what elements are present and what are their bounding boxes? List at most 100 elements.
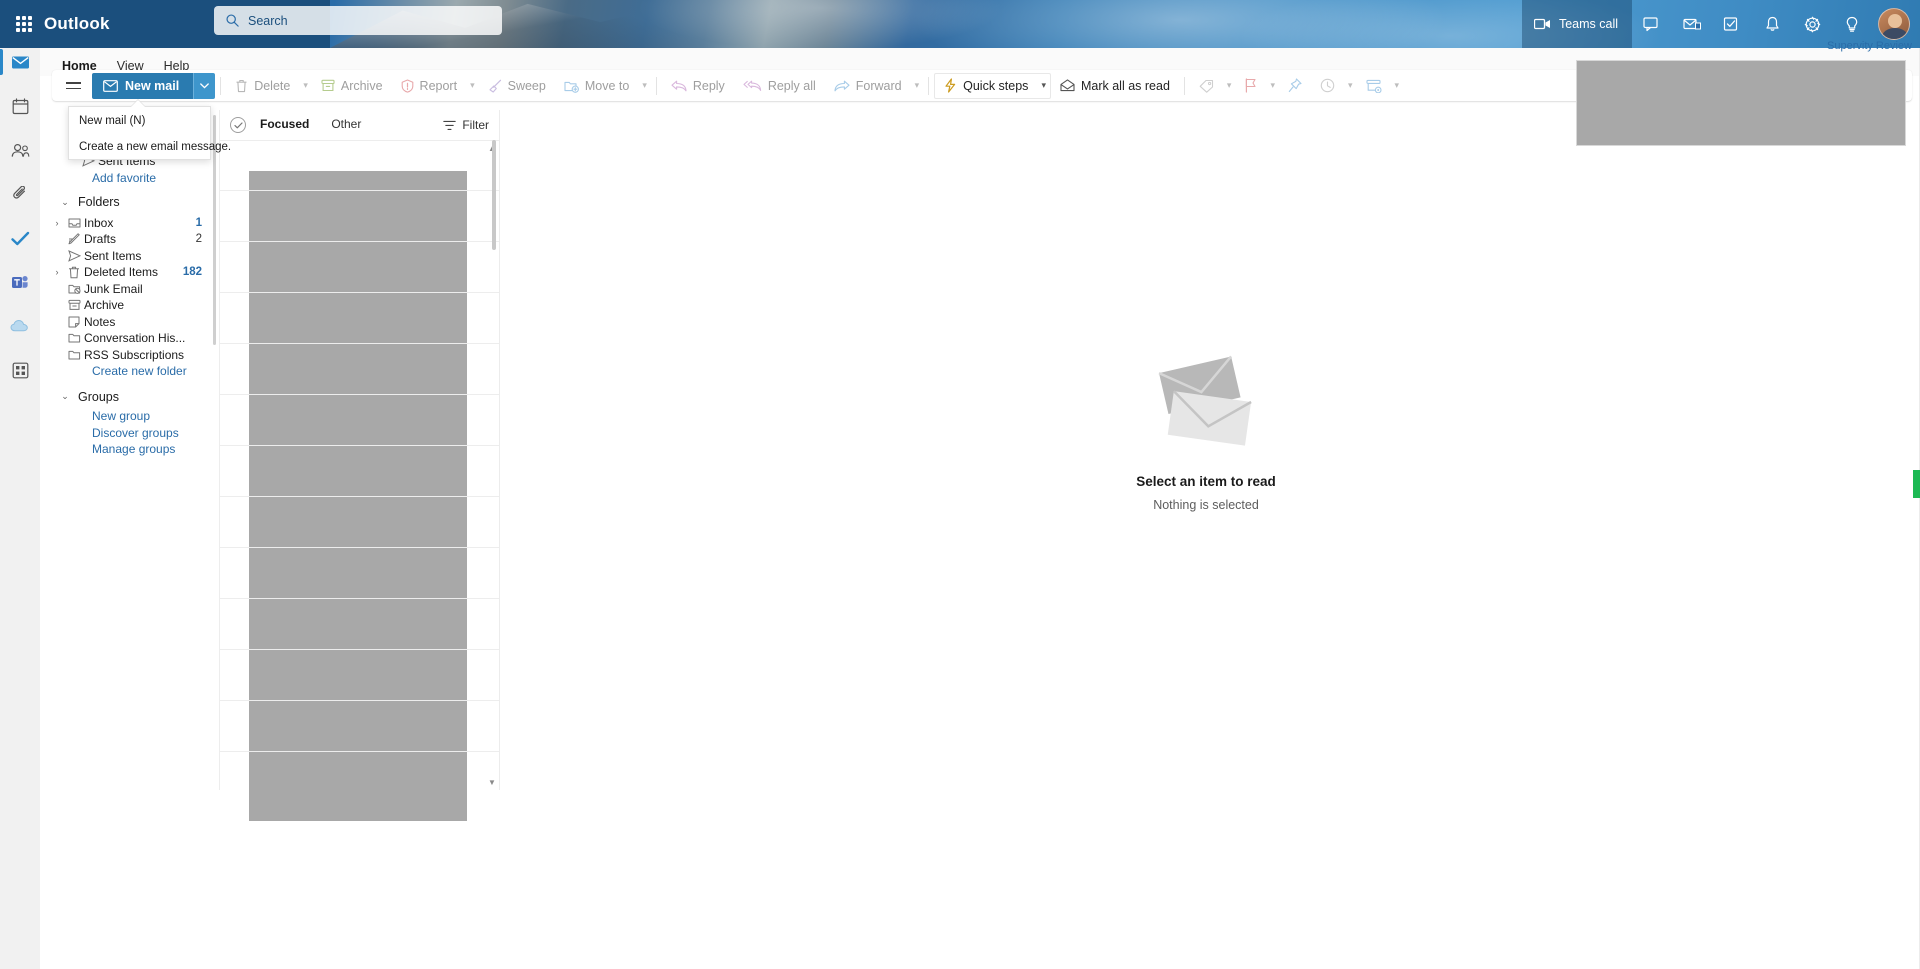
rail-item-apps[interactable] — [0, 348, 40, 392]
pin-button[interactable] — [1279, 73, 1311, 99]
archive-icon — [64, 299, 84, 311]
top-header-bar: Outlook Search Teams call — [0, 0, 1920, 48]
archive-button[interactable]: Archive — [312, 73, 392, 99]
mark-read-envelope-icon — [1060, 79, 1075, 92]
folder-notes[interactable]: Notes — [44, 314, 216, 331]
flag-icon — [1246, 78, 1256, 93]
flag-button[interactable] — [1235, 73, 1266, 99]
quick-steps-dropdown-caret[interactable]: ▾ — [1037, 80, 1050, 91]
groups-header-label: Groups — [78, 389, 119, 404]
mark-all-as-read-button[interactable]: Mark all as read — [1051, 73, 1179, 99]
todo-button[interactable] — [1712, 0, 1752, 48]
forward-button[interactable]: Forward — [825, 73, 911, 99]
search-input[interactable]: Search — [214, 6, 502, 35]
notifications-button[interactable] — [1752, 0, 1792, 48]
rules-icon — [1365, 79, 1382, 93]
reply-all-button[interactable]: Reply all — [734, 73, 825, 99]
folder-drafts[interactable]: Drafts 2 — [44, 231, 216, 248]
row-separator — [220, 751, 500, 752]
new-mail-button[interactable]: New mail — [92, 72, 194, 99]
folders-section-header[interactable]: ⌄ Folders — [44, 194, 216, 211]
rail-item-todo[interactable] — [0, 216, 40, 260]
manage-groups-link[interactable]: Manage groups — [44, 441, 216, 458]
rules-dropdown-caret[interactable]: ▾ — [1391, 80, 1404, 91]
checkmark-icon — [10, 231, 29, 245]
message-list-pane: Focused Other Filter ▲ ▼ — [219, 110, 500, 821]
tag-dropdown-caret[interactable]: ▾ — [1223, 80, 1236, 91]
message-list-scrollbar-thumb[interactable] — [492, 140, 496, 250]
teams-call-button[interactable]: Teams call — [1521, 0, 1632, 48]
chevron-right-icon[interactable]: › — [50, 267, 64, 277]
folder-conversation-history[interactable]: Conversation His... — [44, 330, 216, 347]
meet-now-icon — [1533, 18, 1550, 30]
toolbar-divider-2 — [655, 76, 657, 95]
chevron-right-icon[interactable]: › — [50, 218, 64, 228]
folder-inbox[interactable]: › Inbox 1 — [44, 215, 216, 232]
folder-sent-items[interactable]: Sent Items — [44, 248, 216, 265]
report-button[interactable]: Report — [392, 73, 467, 99]
avatar[interactable] — [1878, 8, 1910, 40]
create-new-folder-link[interactable]: Create new folder — [44, 363, 216, 380]
folders-header-label: Folders — [78, 195, 120, 210]
rail-item-files[interactable] — [0, 172, 40, 216]
folder-deleted-items-label: Deleted Items — [84, 265, 159, 280]
pivot-focused[interactable]: Focused — [260, 117, 309, 133]
new-mail-label: New mail — [125, 78, 180, 93]
search-container[interactable]: Search — [214, 6, 502, 35]
move-to-icon — [564, 81, 579, 93]
tooltip-description: Create a new email message. — [79, 141, 232, 153]
discover-groups-link[interactable]: Discover groups — [44, 425, 216, 442]
folder-navigation-pane: Sent Items Add favorite ⌄ Folders › Inbo… — [44, 110, 216, 790]
move-to-button[interactable]: Move to — [555, 73, 638, 99]
drafts-icon — [64, 233, 84, 245]
rail-item-calendar[interactable] — [0, 84, 40, 128]
filter-button[interactable]: Filter — [443, 118, 489, 132]
groups-section-header[interactable]: ⌄ Groups — [44, 389, 216, 406]
teams-chat-button[interactable] — [1632, 0, 1672, 48]
new-mail-envelope-icon — [103, 79, 118, 92]
folder-deleted-items-count: 182 — [182, 266, 202, 279]
reply-button[interactable]: Reply — [662, 73, 734, 99]
folder-archive[interactable]: Archive — [44, 297, 216, 314]
delete-button[interactable]: Delete — [226, 73, 299, 99]
move-to-dropdown-caret[interactable]: ▾ — [638, 80, 651, 91]
snooze-button[interactable] — [1311, 73, 1344, 99]
forward-dropdown-caret[interactable]: ▾ — [911, 80, 924, 91]
settings-button[interactable] — [1792, 0, 1832, 48]
rail-item-teams[interactable] — [0, 260, 40, 304]
pivot-other[interactable]: Other — [331, 117, 361, 133]
sweep-button[interactable]: Sweep — [479, 73, 555, 99]
gear-icon — [1804, 16, 1820, 32]
new-mail-dropdown-button[interactable] — [193, 72, 216, 99]
calendar-icon — [12, 97, 28, 114]
redacted-overlay-popup — [1576, 60, 1906, 146]
folder-archive-label: Archive — [84, 298, 125, 313]
select-all-checkmark-icon[interactable] — [230, 117, 246, 133]
rail-item-onedrive[interactable] — [0, 304, 40, 348]
trash-icon — [64, 266, 84, 279]
notes-icon — [64, 316, 84, 328]
add-favorite-link[interactable]: Add favorite — [44, 170, 216, 187]
folder-rss-subscriptions[interactable]: RSS Subscriptions — [44, 347, 216, 364]
folder-junk-email-label: Junk Email — [84, 281, 143, 296]
app-launcher-button[interactable] — [8, 8, 40, 40]
quick-steps-label: Quick steps — [963, 78, 1029, 93]
row-separator — [220, 190, 500, 191]
folder-deleted-items[interactable]: › Deleted Items 182 — [44, 264, 216, 281]
mail-badge-button[interactable] — [1672, 0, 1712, 48]
delete-dropdown-caret[interactable]: ▾ — [299, 80, 312, 91]
report-dropdown-caret[interactable]: ▾ — [466, 80, 479, 91]
quick-steps-button[interactable]: Quick steps — [935, 73, 1037, 99]
rail-item-people[interactable] — [0, 128, 40, 172]
flag-dropdown-caret[interactable]: ▾ — [1266, 80, 1279, 91]
new-group-link[interactable]: New group — [44, 408, 216, 425]
report-label: Report — [419, 78, 458, 93]
message-list-body — [220, 140, 500, 821]
toggle-navigation-pane-button[interactable] — [58, 71, 88, 101]
snooze-dropdown-caret[interactable]: ▾ — [1344, 80, 1357, 91]
scroll-down-arrow[interactable]: ▼ — [487, 776, 497, 788]
tag-button[interactable] — [1190, 73, 1223, 99]
folder-junk-email[interactable]: Junk Email — [44, 281, 216, 298]
rules-button[interactable] — [1357, 73, 1391, 99]
chevron-down-icon: ⌄ — [61, 391, 69, 402]
